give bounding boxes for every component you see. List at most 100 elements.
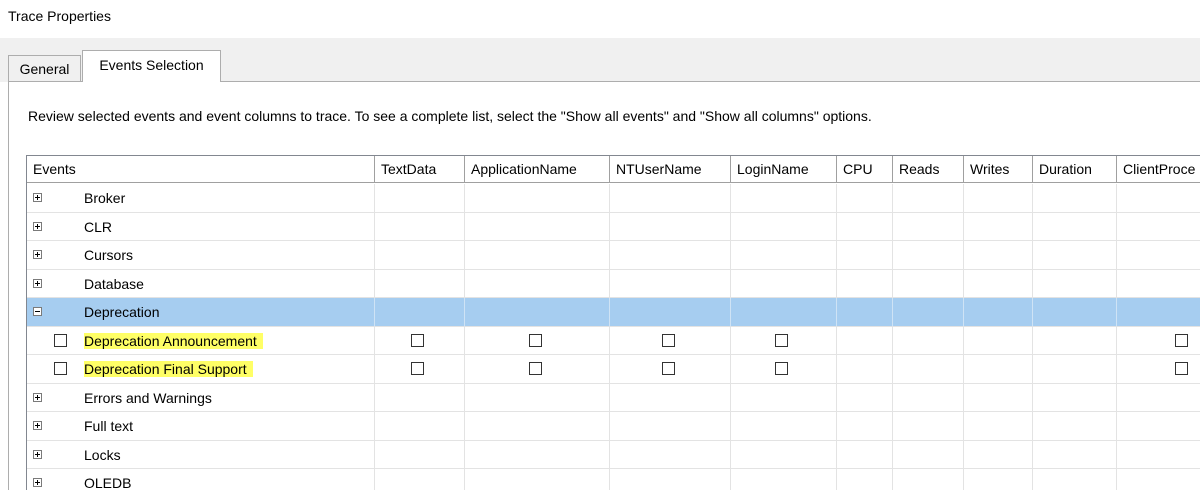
column-cell [731, 383, 837, 412]
column-cell [375, 383, 465, 412]
event-name-cell: Database [27, 269, 375, 298]
event-category-row[interactable]: Full text [27, 412, 1200, 441]
event-name-cell: Deprecation Final Support [27, 355, 375, 384]
event-row[interactable]: Deprecation Final Support [27, 355, 1200, 384]
column-cell [1033, 412, 1117, 441]
column-checkbox-textdata[interactable] [411, 362, 424, 375]
column-cell [837, 212, 893, 241]
event-checkbox[interactable] [54, 362, 67, 375]
event-row[interactable]: Deprecation Announcement [27, 326, 1200, 355]
event-category-row[interactable]: Locks [27, 440, 1200, 469]
column-header-ntusername[interactable]: NTUserName [610, 156, 731, 183]
column-checkbox-loginname[interactable] [775, 333, 788, 347]
column-header-cpu[interactable]: CPU [837, 156, 893, 183]
event-name-cell: CLR [27, 212, 375, 241]
event-category-row[interactable]: Deprecation [27, 298, 1200, 327]
event-label: Locks [84, 446, 121, 463]
column-cell [893, 326, 964, 355]
column-cell [837, 241, 893, 270]
column-cell [837, 326, 893, 355]
event-name-cell: Full text [27, 412, 375, 441]
column-cell [1117, 327, 1200, 355]
column-checkbox-clientproce[interactable] [1175, 333, 1188, 347]
column-cell [1117, 412, 1200, 441]
event-checkbox[interactable] [54, 333, 67, 347]
event-category-row[interactable]: Cursors [27, 241, 1200, 270]
column-header-events[interactable]: Events [27, 156, 375, 183]
column-cell [1117, 441, 1200, 469]
column-cell [375, 440, 465, 469]
column-cell [731, 241, 837, 270]
event-name-cell: Deprecation [27, 298, 375, 327]
column-cell [837, 269, 893, 298]
column-cell [610, 269, 731, 298]
expand-icon[interactable] [33, 278, 42, 288]
column-header-applicationname[interactable]: ApplicationName [465, 156, 610, 183]
column-cell [610, 383, 731, 412]
column-cell [731, 440, 837, 469]
event-category-row[interactable]: Broker [27, 184, 1200, 213]
column-header-textdata[interactable]: TextData [375, 156, 465, 183]
expand-icon[interactable] [33, 193, 42, 202]
column-checkbox-clientproce[interactable] [1175, 362, 1188, 375]
expand-icon[interactable] [33, 392, 42, 402]
column-header-writes[interactable]: Writes [964, 156, 1033, 183]
column-cell [893, 184, 964, 213]
column-checkbox-applicationname[interactable] [529, 362, 542, 375]
column-cell [465, 298, 610, 327]
event-name-cell: Errors and Warnings [27, 383, 375, 412]
expand-icon[interactable] [33, 221, 42, 231]
column-cell [1117, 355, 1200, 384]
collapse-icon[interactable] [33, 307, 42, 316]
column-cell [610, 298, 731, 327]
column-cell [964, 241, 1033, 270]
column-header-loginname[interactable]: LoginName [731, 156, 837, 183]
column-cell [610, 241, 731, 270]
column-header-clientproce[interactable]: ClientProce [1117, 156, 1200, 183]
column-checkbox-ntusername[interactable] [662, 333, 675, 347]
column-cell [375, 469, 465, 490]
column-cell [964, 326, 1033, 355]
column-checkbox-loginname[interactable] [775, 362, 788, 375]
column-cell [731, 298, 837, 327]
column-cell [610, 184, 731, 213]
column-cell [731, 184, 837, 213]
event-label: Deprecation Final Support [84, 361, 253, 377]
column-cell [1033, 241, 1117, 270]
expand-icon[interactable] [33, 250, 42, 259]
column-header-duration[interactable]: Duration [1033, 156, 1117, 183]
tab-events-selection[interactable]: Events Selection [82, 50, 221, 82]
event-label: OLEDB [84, 475, 132, 490]
expand-icon[interactable] [33, 449, 42, 459]
expand-icon[interactable] [33, 421, 42, 430]
tab-general[interactable]: General [8, 55, 81, 81]
events-grid[interactable]: Events TextData ApplicationName NTUserName L… [26, 155, 1200, 490]
column-cell [610, 355, 731, 384]
column-checkbox-ntusername[interactable] [662, 362, 675, 375]
column-cell [1033, 212, 1117, 241]
column-cell [837, 440, 893, 469]
column-cell [893, 469, 964, 490]
column-checkbox-applicationname[interactable] [529, 333, 542, 347]
column-cell [837, 184, 893, 213]
column-header-reads[interactable]: Reads [893, 156, 964, 183]
grid-header-row: Events TextData ApplicationName NTUserName L… [27, 156, 1200, 184]
event-category-row[interactable]: Errors and Warnings [27, 383, 1200, 412]
event-category-row[interactable]: CLR [27, 212, 1200, 241]
column-cell [893, 269, 964, 298]
expand-icon[interactable] [33, 478, 42, 487]
column-cell [964, 440, 1033, 469]
event-category-row[interactable]: OLEDB [27, 469, 1200, 490]
column-cell [1033, 184, 1117, 213]
column-cell [893, 212, 964, 241]
column-cell [375, 298, 465, 327]
event-label: Deprecation [84, 304, 160, 320]
column-cell [964, 383, 1033, 412]
column-cell [465, 440, 610, 469]
column-cell [375, 241, 465, 270]
event-category-row[interactable]: Database [27, 269, 1200, 298]
column-checkbox-textdata[interactable] [411, 333, 424, 347]
column-cell [964, 412, 1033, 441]
column-cell [731, 326, 837, 355]
column-cell [465, 184, 610, 213]
